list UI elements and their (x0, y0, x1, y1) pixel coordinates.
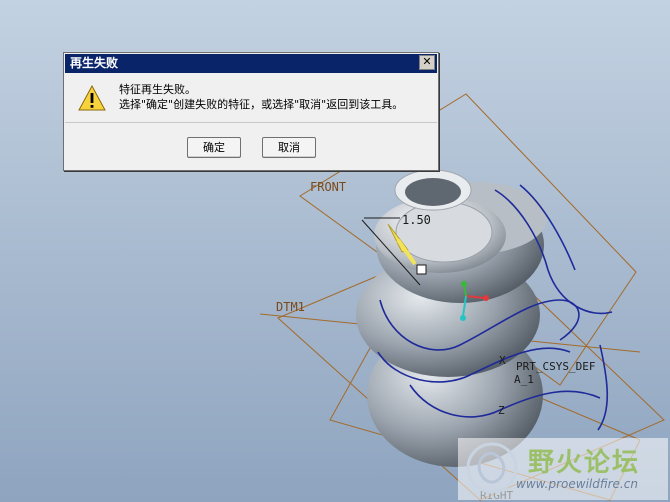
watermark-url: www.proewildfire.cn (516, 477, 638, 491)
forum-logo-icon (466, 442, 518, 494)
axis-z-label: Z (498, 404, 505, 417)
revolve-model[interactable] (356, 169, 547, 467)
dialog-message-line2: 选择"确定"创建失败的特征，或选择"取消"返回到该工具。 (119, 98, 404, 111)
close-icon[interactable]: ✕ (419, 55, 435, 70)
cancel-button[interactable]: 取消 (262, 137, 316, 158)
warning-icon (78, 85, 106, 111)
axis-x-label: X (499, 354, 506, 367)
datum-label-front: FRONT (310, 180, 346, 194)
regeneration-failed-dialog: 再生失败 ✕ 特征再生失败。 选择"确定"创建失败的特征，或选择"取消"返回到该… (63, 52, 439, 171)
dialog-message-line1: 特征再生失败。 (119, 83, 196, 96)
forum-watermark: 野火论坛 www.proewildfire.cn (458, 438, 668, 500)
datum-label-dtm1: DTM1 (276, 300, 305, 314)
dialog-message: 特征再生失败。 选择"确定"创建失败的特征，或选择"取消"返回到该工具。 (119, 82, 403, 112)
watermark-logo-text: 野火论坛 (528, 448, 641, 478)
dialog-title: 再生失败 (65, 54, 437, 73)
dialog-separator (65, 122, 437, 123)
csys-label: PRT_CSYS_DEF (516, 360, 595, 373)
dimension-value: 1.50 (402, 213, 431, 227)
axis-label-a1: A_1 (514, 373, 534, 386)
ok-button[interactable]: 确定 (187, 137, 241, 158)
